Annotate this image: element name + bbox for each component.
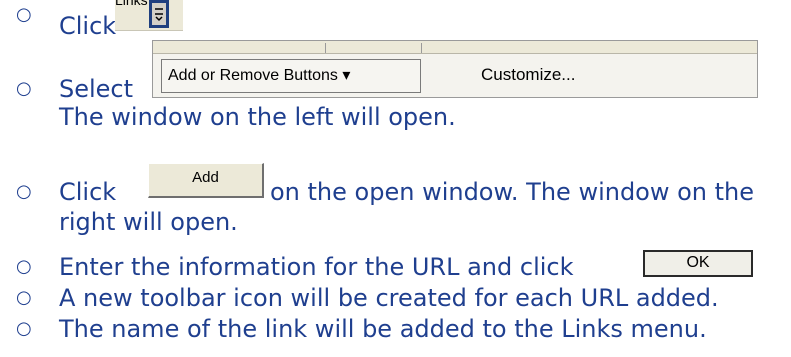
links-chevron-button[interactable]	[149, 0, 169, 28]
chevron-down-icon	[155, 8, 163, 22]
add-remove-menu-snippet: Add or Remove Buttons ▾ Customize...	[152, 40, 758, 98]
add-button[interactable]: Add	[148, 163, 264, 198]
step-4-text: Enter the information for the URL and cl…	[59, 253, 574, 281]
step-1-text: Click	[59, 12, 117, 40]
bullet-3: ○	[16, 181, 32, 202]
step-6-text: The name of the link will be added to th…	[59, 315, 707, 343]
step-3-text-line2: right will open.	[59, 208, 238, 236]
step-5-text: A new toolbar icon will be created for e…	[59, 284, 719, 312]
customize-menu-item[interactable]: Customize...	[481, 59, 575, 91]
menu-top-strip	[153, 41, 757, 54]
step-3-text-after: on the open window. The window on the	[270, 178, 755, 206]
step-3-text-before: Click	[59, 178, 117, 206]
add-or-remove-buttons-menu-item[interactable]: Add or Remove Buttons ▾	[161, 59, 421, 93]
bullet-6: ○	[16, 318, 32, 339]
step-2-note: The window on the left will open.	[59, 103, 456, 131]
ok-button[interactable]: OK	[643, 250, 753, 277]
bullet-4: ○	[16, 256, 32, 277]
bullet-1: ○	[16, 4, 32, 25]
links-toolbar-snippet: Links	[115, 0, 183, 31]
bullet-2: ○	[16, 78, 32, 99]
bullet-5: ○	[16, 287, 32, 308]
links-toolbar-label: Links	[115, 0, 148, 8]
step-2-text: Select	[59, 75, 134, 103]
